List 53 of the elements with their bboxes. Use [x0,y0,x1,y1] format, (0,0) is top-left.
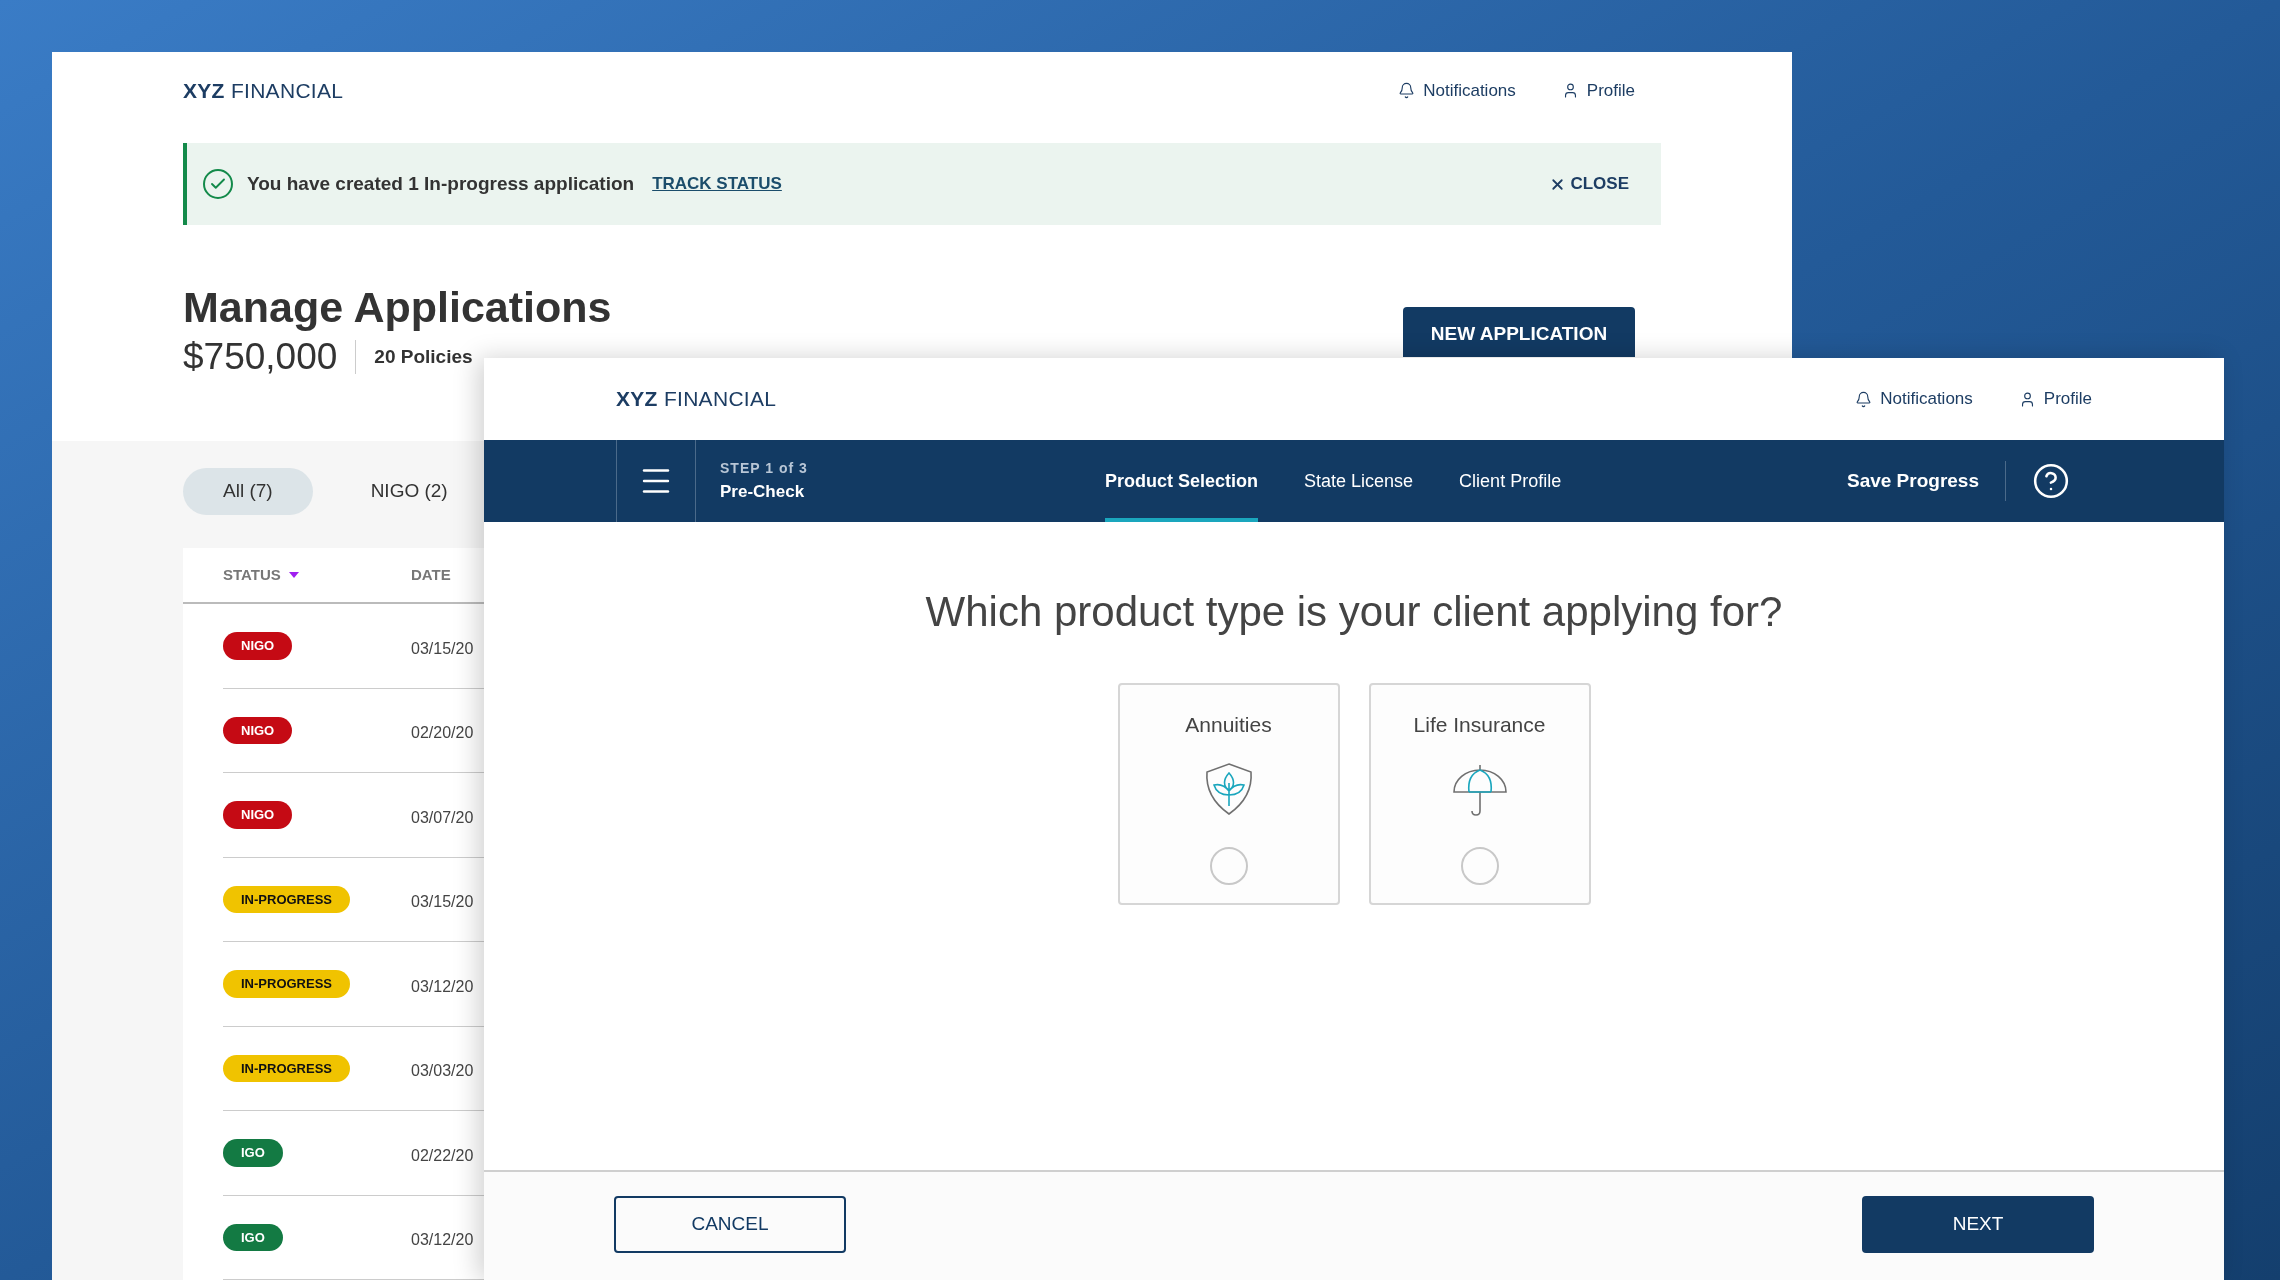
filter-tab[interactable]: NIGO (2) [330,468,488,515]
step-name: Pre-Check [720,480,806,503]
date-cell-text: 03/12/20 [411,1230,474,1251]
next-button[interactable]: NEXT [1862,1196,2094,1253]
date-cell-text: 03/12/20 [411,976,474,997]
status-badge: IN-PROGRESS [223,1054,350,1082]
product-option-card[interactable]: Annuities [1117,683,1340,905]
radio-button[interactable] [1209,846,1248,885]
notifications-link[interactable]: Notifications [1398,77,1516,104]
question-heading: Which product type is your client applying for? [925,587,1783,637]
status-badge: IGO [223,1139,283,1167]
date-cell-text: 03/07/20 [411,807,474,828]
step-tab[interactable]: Product Selection [1105,440,1259,522]
status-badge: IN-PROGRESS [223,885,350,913]
column-header[interactable]: STATUS [223,563,281,587]
total-amount: $750,000 [183,335,338,379]
date-cell-text: 02/20/20 [411,723,474,744]
status-badge: IGO [223,1223,283,1251]
banner-message: You have created 1 In-progress application [247,171,635,196]
date-cell-text: 02/22/20 [411,1145,474,1166]
new-application-button[interactable]: NEW APPLICATION [1403,307,1635,357]
help-button[interactable] [2032,462,2070,500]
status-badge: NIGO [223,632,293,660]
logo: XYZ FINANCIAL [616,386,777,413]
profile-link[interactable]: Profile [2018,386,2092,412]
cancel-button[interactable]: CANCEL [614,1196,846,1253]
step-counter: STEP 1 of 3 [720,458,809,478]
radio-button[interactable] [1460,846,1499,885]
policies-count: 20 Policies [374,344,473,369]
track-status-link[interactable]: TRACK STATUS [652,171,782,197]
help-icon [2032,462,2070,500]
save-progress-button[interactable]: Save Progress [1846,466,1979,496]
notifications-link[interactable]: Notifications [1855,386,1973,412]
page-title: Manage Applications [183,282,612,333]
status-badge: IN-PROGRESS [223,970,350,998]
date-cell-text: 03/03/20 [411,1061,474,1082]
filter-tab[interactable]: All (7) [183,468,313,515]
date-cell-text: 03/15/20 [411,892,474,913]
status-badge: NIGO [223,716,293,744]
logo: XYZ FINANCIAL [183,77,344,104]
status-badge: NIGO [223,801,293,829]
column-header[interactable]: DATE [411,563,451,587]
close-button[interactable]: CLOSE [1549,171,1629,197]
bell-icon [1855,390,1873,408]
step-tab[interactable]: Client Profile [1459,440,1562,522]
option-label: Life Insurance [1413,712,1546,738]
menu-button[interactable] [616,440,696,522]
bell-icon [1398,82,1416,99]
profile-link[interactable]: Profile [1561,77,1635,104]
option-label: Annuities [1185,712,1272,738]
product-option-card[interactable]: Life Insurance [1368,683,1591,905]
step-tab[interactable]: State License [1304,440,1414,522]
date-cell-text: 03/15/20 [411,638,474,659]
